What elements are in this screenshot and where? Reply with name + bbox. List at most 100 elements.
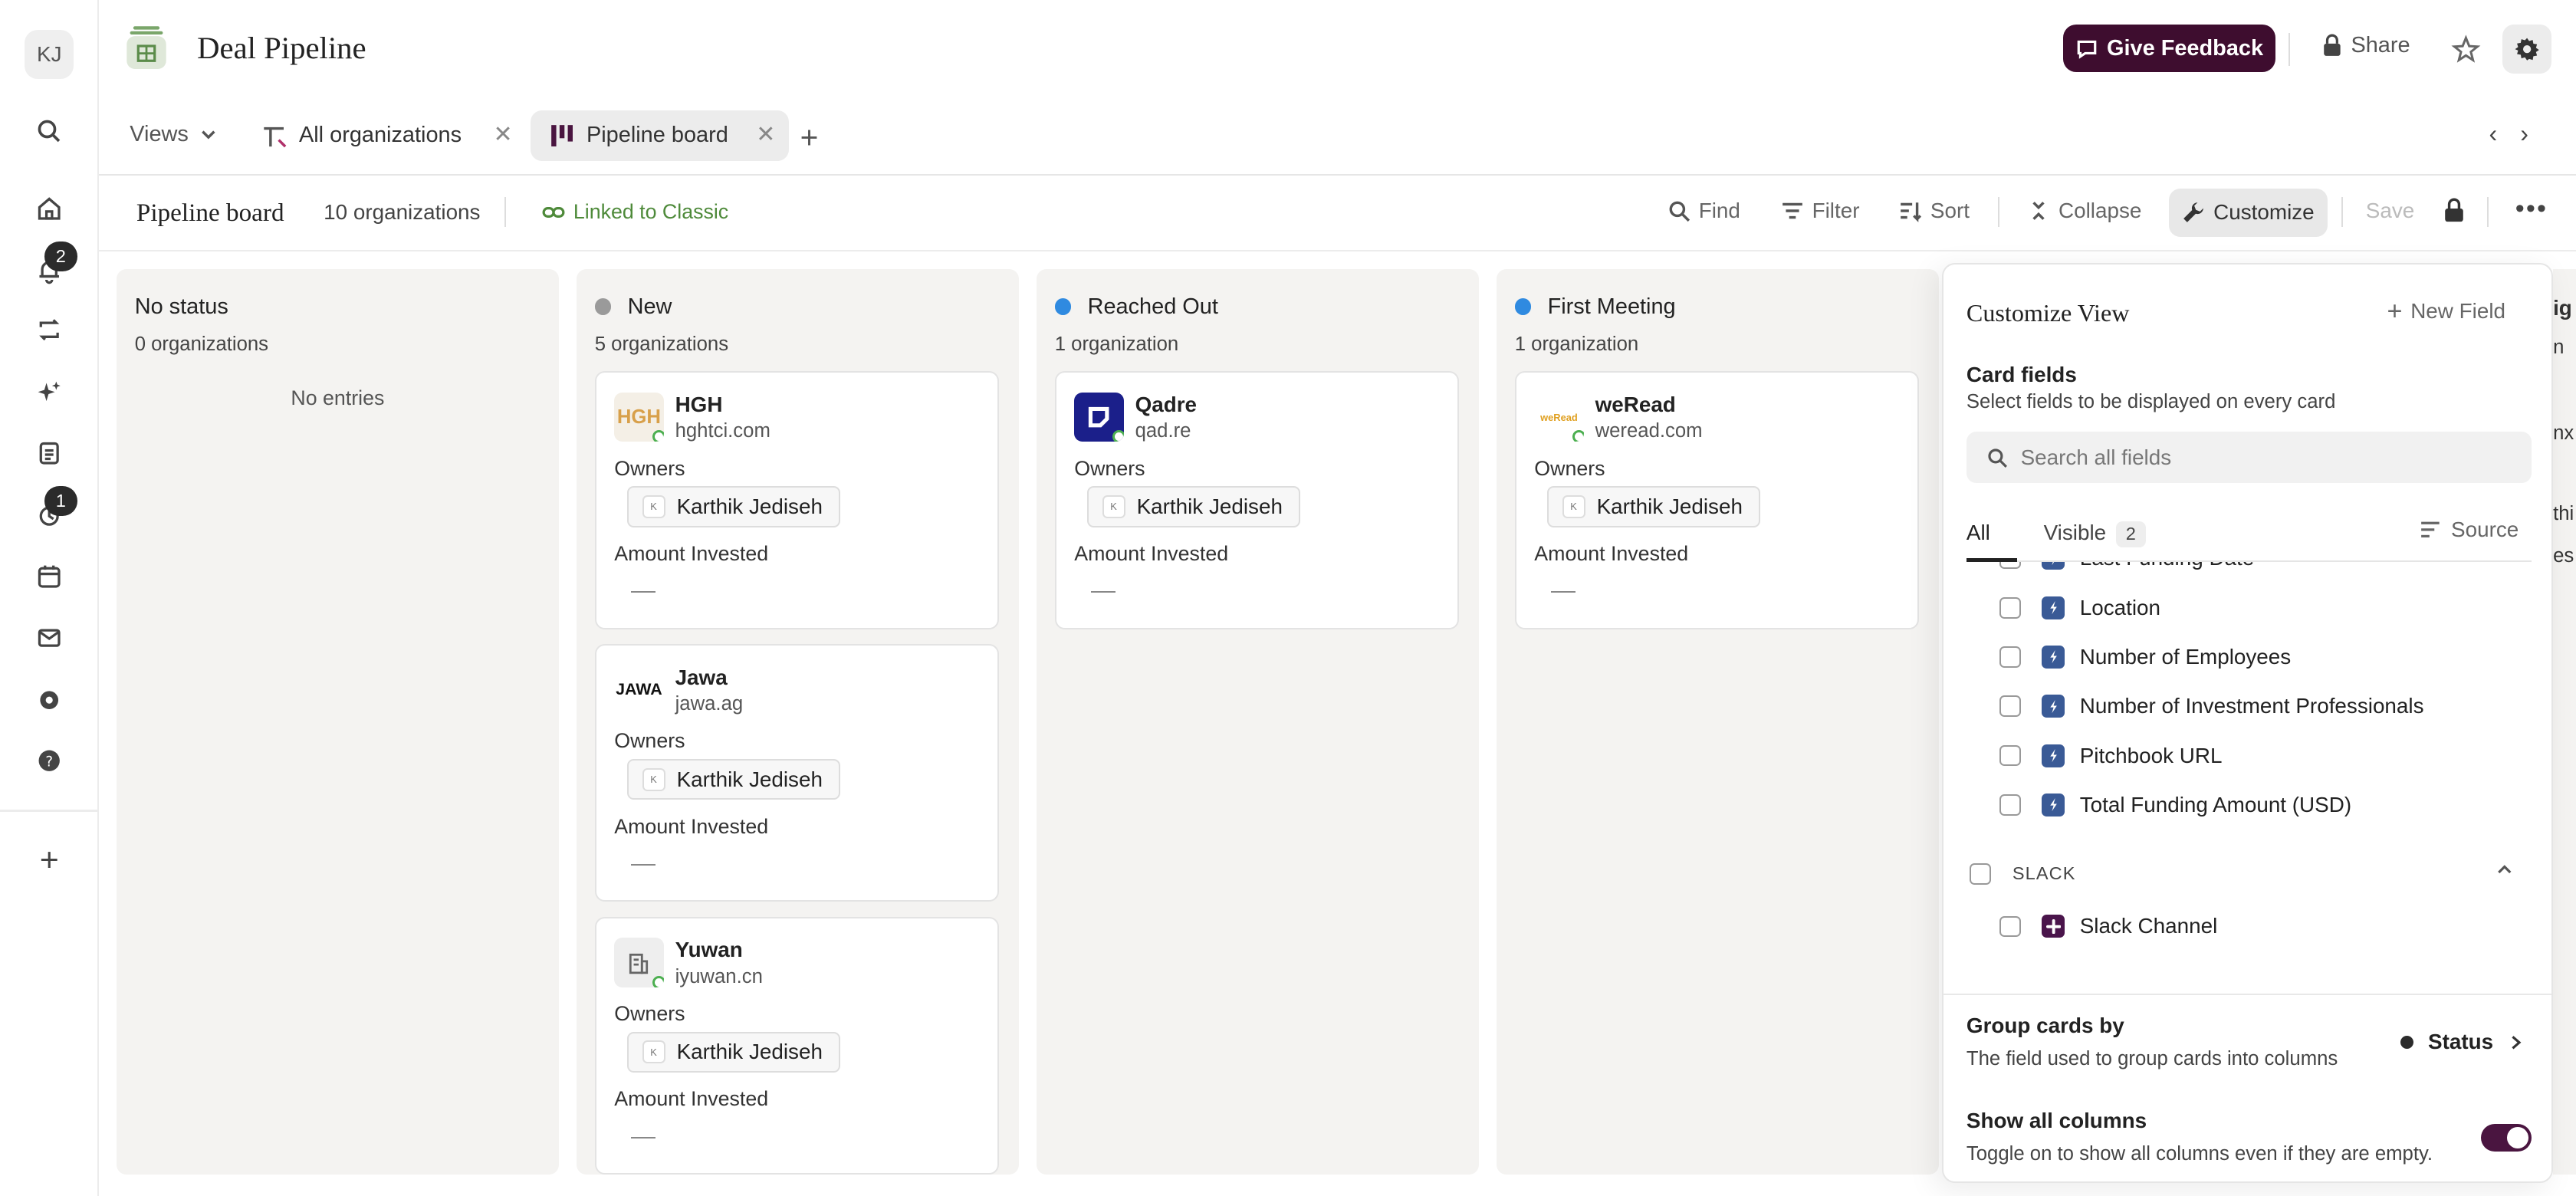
field-checkbox[interactable] xyxy=(1999,596,2021,619)
plus-icon[interactable]: + xyxy=(33,842,66,879)
field-checkbox[interactable] xyxy=(1999,695,2021,718)
chevron-left-icon[interactable]: ‹ xyxy=(2489,120,2497,148)
sync-icon[interactable] xyxy=(33,314,66,347)
field-checkbox[interactable] xyxy=(1999,646,2021,668)
owner-name: Karthik Jediseh xyxy=(676,494,823,518)
toolbar-separator xyxy=(2341,197,2343,227)
sparkles-icon[interactable] xyxy=(33,376,66,409)
more-options-icon[interactable]: ••• xyxy=(2515,194,2548,224)
chevron-up-icon[interactable] xyxy=(2496,861,2514,884)
amount-invested-label: Amount Invested xyxy=(1534,541,1689,565)
empty-value-dash xyxy=(1550,591,1576,593)
chevron-down-icon xyxy=(201,130,215,140)
field-checkbox[interactable] xyxy=(1999,744,2021,767)
owner-chip[interactable]: K Karthik Jediseh xyxy=(627,758,841,800)
plus-icon: + xyxy=(2387,296,2403,326)
close-icon[interactable]: ✕ xyxy=(756,123,775,146)
calendar-icon[interactable] xyxy=(33,560,66,593)
field-search-input[interactable] xyxy=(2020,445,2498,470)
enrichment-icon xyxy=(2042,561,2065,570)
organization-card[interactable]: JAWA Jawa jawa.ag Owners K Karthik Jedis… xyxy=(594,644,999,902)
star-icon[interactable] xyxy=(2450,33,2482,66)
owners-label: Owners xyxy=(614,1002,685,1025)
group-checkbox[interactable] xyxy=(1970,863,1992,885)
organization-card[interactable]: Yuwan iyuwan.cn Owners K Karthik Jediseh… xyxy=(594,916,999,1175)
organization-count: 10 organizations xyxy=(324,200,481,225)
field-row[interactable]: Pitchbook URL xyxy=(1999,738,2222,774)
field-row[interactable]: Number of Employees xyxy=(1999,639,2291,675)
show-all-columns-toggle[interactable] xyxy=(2480,1123,2532,1152)
group-label: SLACK xyxy=(2012,863,2076,884)
views-dropdown[interactable]: Views xyxy=(130,122,218,147)
empty-value-dash xyxy=(1090,591,1116,593)
tab-pipeline-board[interactable]: Pipeline board ✕ xyxy=(531,110,789,161)
mail-icon[interactable] xyxy=(33,621,66,654)
card-name: Qadre xyxy=(1135,392,1198,416)
field-checkbox[interactable] xyxy=(1999,794,2021,816)
customize-button[interactable]: Customize xyxy=(2168,189,2328,237)
field-row[interactable]: Slack Channel xyxy=(1999,909,2217,945)
field-checkbox[interactable] xyxy=(1999,561,2021,570)
linked-to-classic-link[interactable]: Linked to Classic xyxy=(542,200,728,224)
collapse-button[interactable]: Collapse xyxy=(2027,199,2141,223)
field-row[interactable]: Last Funding Date xyxy=(1999,561,2254,577)
close-icon[interactable]: ✕ xyxy=(493,123,512,146)
home-icon[interactable] xyxy=(33,192,66,225)
source-button[interactable]: Source xyxy=(2420,518,2518,542)
enrichment-icon xyxy=(2042,596,2065,619)
find-button[interactable]: Find xyxy=(1668,199,1740,223)
page-settings-button[interactable] xyxy=(2502,25,2551,74)
chevron-right-icon xyxy=(2512,1035,2522,1050)
owner-chip[interactable]: K Karthik Jediseh xyxy=(1547,486,1761,527)
filter-button[interactable]: Filter xyxy=(1781,199,1859,223)
owner-avatar-icon: K xyxy=(1562,495,1585,518)
add-tab-icon[interactable]: + xyxy=(800,120,819,156)
user-avatar[interactable]: KJ xyxy=(25,29,74,79)
new-field-button[interactable]: + New Field xyxy=(2387,296,2505,326)
lock-icon[interactable] xyxy=(2443,197,2466,230)
field-row[interactable]: Location xyxy=(1999,590,2160,626)
settings-icon[interactable] xyxy=(33,683,66,716)
board-column-reached-out: Reached Out 1 organization Qadre qad.re … xyxy=(1037,269,1479,1175)
empty-state: No entries xyxy=(291,386,385,409)
owner-chip[interactable]: K Karthik Jediseh xyxy=(1087,486,1301,527)
company-logo xyxy=(1074,392,1124,442)
empty-value-dash xyxy=(630,591,656,593)
card-name: HGH xyxy=(675,392,723,416)
card-domain: hghtci.com xyxy=(675,420,770,442)
owner-chip[interactable]: K Karthik Jediseh xyxy=(627,486,841,527)
organization-card[interactable]: Qadre qad.re Owners K Karthik Jediseh Am… xyxy=(1054,371,1459,629)
status-dot xyxy=(1054,298,1072,315)
logo-text: weRead xyxy=(1540,411,1578,423)
owners-label: Owners xyxy=(1074,456,1145,480)
field-group-slack[interactable]: SLACK xyxy=(1970,856,2075,892)
field-row[interactable]: Number of Investment Professionals xyxy=(1999,688,2424,724)
organization-card[interactable]: HGH HGH hghtci.com Owners K Karthik Jedi… xyxy=(594,371,999,629)
field-row[interactable]: Total Funding Amount (USD) xyxy=(1999,787,2351,823)
owner-chip[interactable]: K Karthik Jediseh xyxy=(627,1031,841,1073)
field-label: Number of Employees xyxy=(2079,644,2292,669)
group-by-selector[interactable]: Status xyxy=(2400,1030,2525,1054)
help-icon[interactable]: ? xyxy=(33,744,66,777)
left-rail: KJ 2 1 ? + xyxy=(0,0,99,1196)
tab-all[interactable]: All xyxy=(1967,521,1990,545)
sort-button[interactable]: Sort xyxy=(1899,199,1970,223)
group-by-title: Group cards by xyxy=(1966,1014,2124,1038)
give-feedback-button[interactable]: Give Feedback xyxy=(2063,25,2275,73)
chevron-right-icon[interactable]: › xyxy=(2520,120,2528,148)
tab-visible[interactable]: Visible 2 xyxy=(2044,521,2146,547)
share-button[interactable]: Share xyxy=(2321,33,2410,58)
notes-icon[interactable] xyxy=(33,437,66,470)
search-icon[interactable] xyxy=(33,115,66,148)
kanban-icon xyxy=(547,120,577,150)
organization-card[interactable]: weRead weRead weread.com Owners K Karthi… xyxy=(1514,371,1919,629)
field-checkbox[interactable] xyxy=(1999,915,2021,938)
card-name: Yuwan xyxy=(675,938,743,962)
card-name: Jawa xyxy=(675,665,728,689)
slack-icon xyxy=(2042,915,2065,938)
column-title: No status xyxy=(134,294,228,319)
save-button[interactable]: Save xyxy=(2366,199,2414,223)
card-domain: weread.com xyxy=(1595,420,1703,442)
column-count: 1 organization xyxy=(1054,333,1179,355)
tab-all-organizations[interactable]: All organizations ✕ xyxy=(250,110,526,161)
